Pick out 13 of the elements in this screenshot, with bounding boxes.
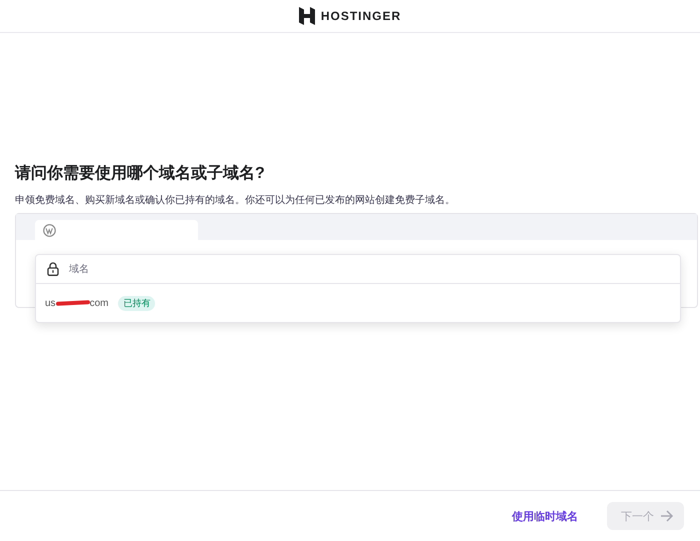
page-subtitle: 申领免费域名、购买新域名或确认你已持有的域名。你还可以为任何已发布的网站创建免费子域名。 (15, 194, 456, 207)
logo-text: HOSTINGER (320, 9, 402, 23)
domain-option[interactable]: us com 已持有 (36, 284, 680, 322)
owned-badge: 已持有 (118, 296, 156, 310)
domain-text: us (45, 298, 56, 308)
lock-icon (47, 262, 59, 276)
domain-text: com (90, 298, 108, 308)
logo-icon (298, 7, 315, 25)
temporary-domain-link[interactable]: 使用临时域名 (512, 508, 578, 524)
domain-field[interactable]: 域名 (67, 262, 680, 276)
arrow-right-icon (660, 510, 674, 522)
wordpress-icon (43, 224, 56, 236)
page-heading: 请问你需要使用哪个域名或子域名? (15, 164, 266, 184)
